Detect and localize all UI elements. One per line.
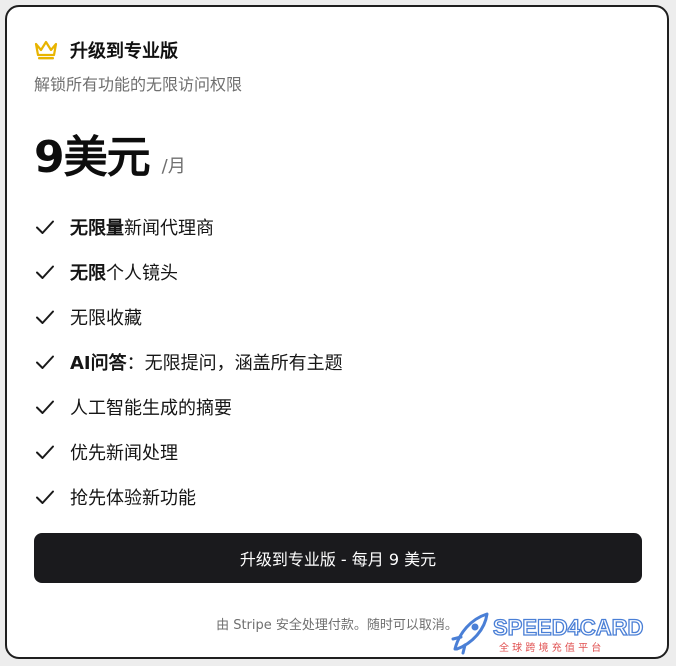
feature-item: AI问答：无限提问，涵盖所有主题 [35,339,343,384]
rocket-icon [451,612,489,655]
upgrade-button[interactable]: 升级到专业版 - 每月 9 美元 [34,533,642,583]
feature-text: 优先新闻处理 [70,442,178,464]
feature-item: 无限个人镜头 [35,249,343,294]
feature-text: ：无限提问，涵盖所有主题 [126,352,343,374]
crown-icon [34,40,58,60]
feature-bold: AI问答 [70,352,127,374]
price-period: /月 [161,156,186,177]
feature-text: 人工智能生成的摘要 [70,397,232,419]
check-icon [36,400,54,414]
check-icon [36,445,54,459]
check-icon [36,220,54,234]
upgrade-card: 升级到专业版 解锁所有功能的无限访问权限 9美元 /月 无限量新闻代理商 无限个… [5,5,669,659]
feature-item: 抢先体验新功能 [35,474,343,519]
check-icon [36,490,54,504]
feature-item: 无限量新闻代理商 [35,204,343,249]
speed4card-watermark: SPEED4CARD 全 球 跨 境 充 值 平 台 [451,612,644,655]
feature-text: 新闻代理商 [124,217,214,239]
card-subtitle: 解锁所有功能的无限访问权限 [34,75,243,94]
feature-bold: 无限 [70,262,106,284]
watermark-tagline: 全 球 跨 境 充 值 平 台 [499,641,601,654]
price-row: 9美元 /月 [34,121,186,185]
feature-list: 无限量新闻代理商 无限个人镜头 无限收藏 AI问答：无限提问，涵盖所有主题 人工… [35,204,343,519]
feature-item: 人工智能生成的摘要 [35,384,343,429]
price-amount: 9美元 [34,132,151,183]
check-icon [36,265,54,279]
feature-item: 无限收藏 [35,294,343,339]
feature-text: 个人镜头 [106,262,178,284]
card-title: 升级到专业版 [70,41,178,62]
feature-text: 无限收藏 [70,307,142,329]
feature-bold: 无限量 [70,217,124,239]
check-icon [36,310,54,324]
check-icon [36,355,54,369]
feature-item: 优先新闻处理 [35,429,343,474]
feature-text: 抢先体验新功能 [70,487,196,509]
card-header: 升级到专业版 [34,37,178,63]
watermark-brand: SPEED4CARD [493,615,643,640]
